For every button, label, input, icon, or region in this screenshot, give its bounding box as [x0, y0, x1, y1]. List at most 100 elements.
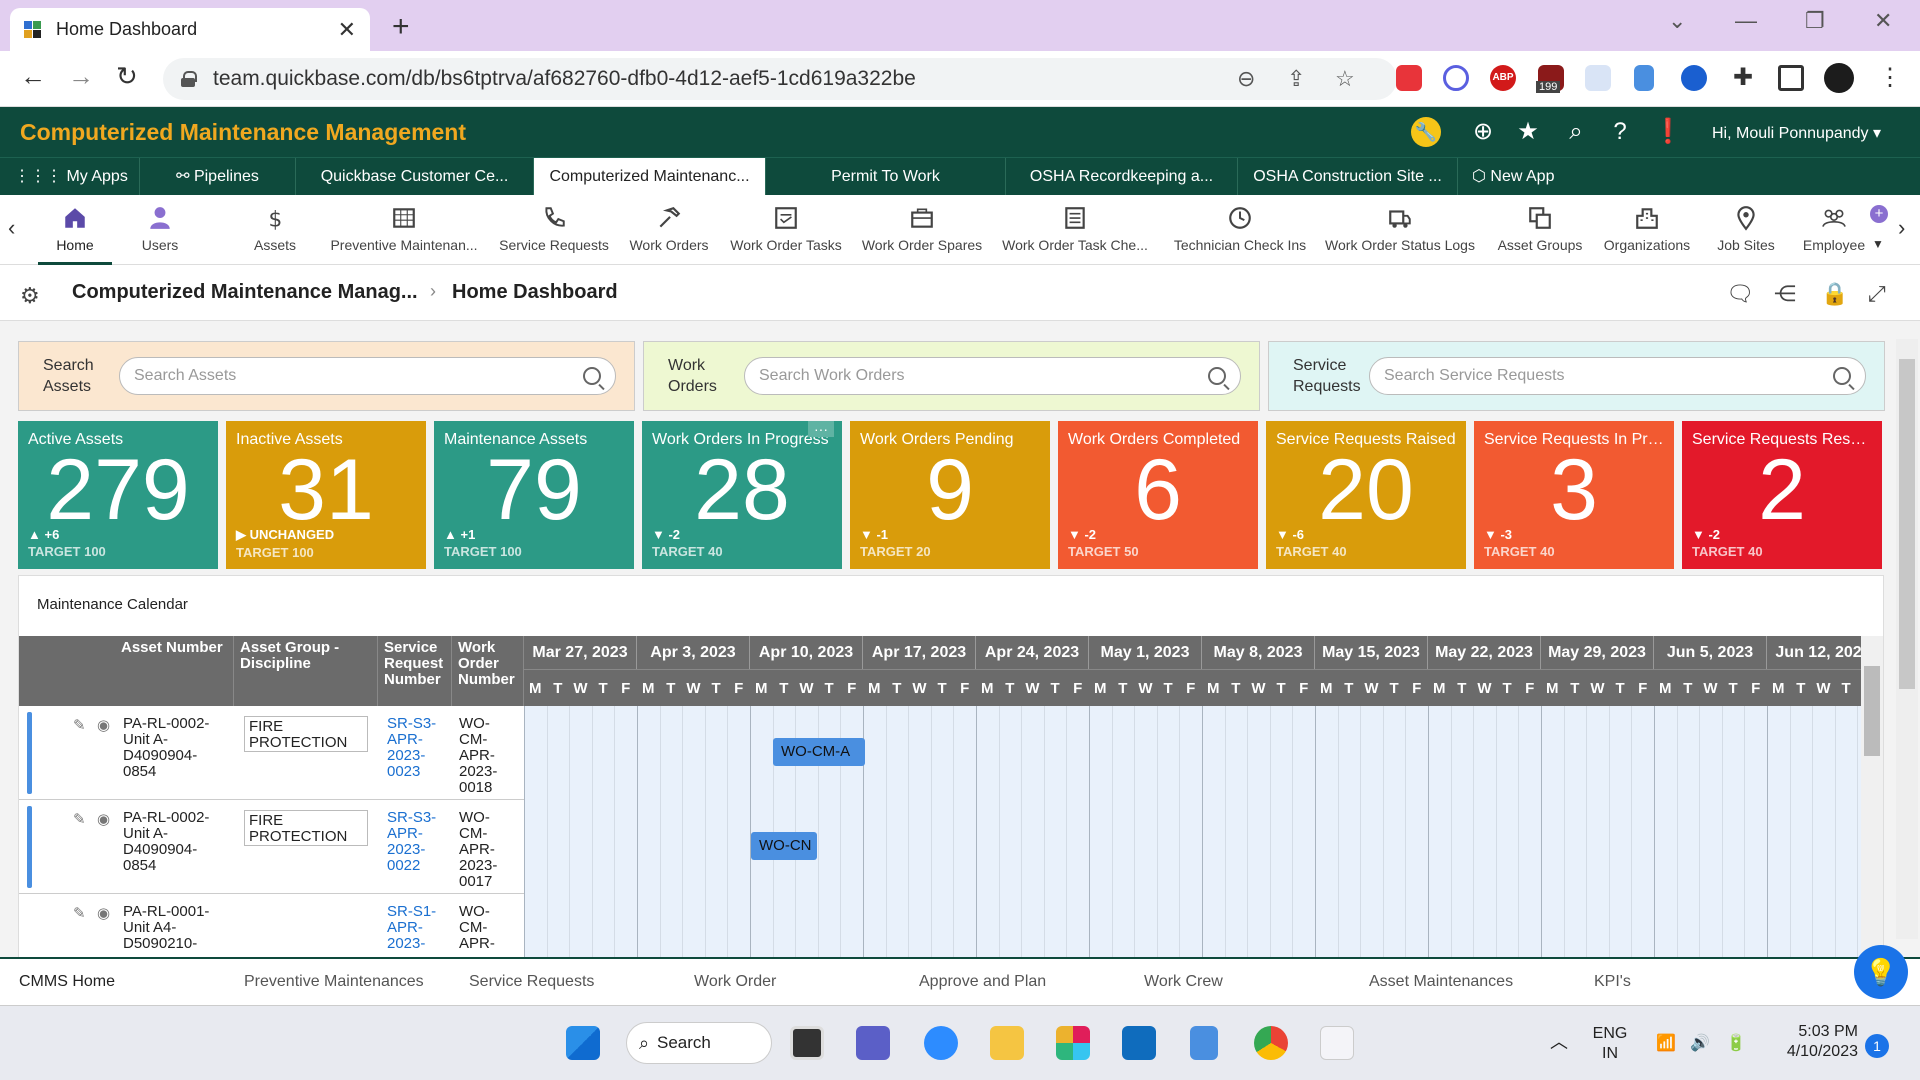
- search-icon[interactable]: [583, 367, 601, 385]
- help-icon[interactable]: ?: [1605, 117, 1635, 147]
- clock[interactable]: 5:03 PM 4/10/2023: [1766, 1022, 1858, 1062]
- file-explorer-icon[interactable]: [990, 1026, 1024, 1060]
- battery-icon[interactable]: 🔋: [1726, 1034, 1746, 1054]
- col-header-group[interactable]: Asset Group - Discipline: [234, 636, 378, 706]
- volume-icon[interactable]: 🔊: [1690, 1034, 1710, 1054]
- extension-counter-icon[interactable]: 199: [1536, 65, 1564, 93]
- nav-home[interactable]: Home: [38, 195, 112, 265]
- page-tab-preventive-maintenances[interactable]: Preventive Maintenances: [244, 973, 424, 991]
- search-service-requests-input[interactable]: Search Service Requests: [1369, 357, 1866, 395]
- extension-doc-icon[interactable]: [1634, 65, 1654, 91]
- forward-icon[interactable]: →: [68, 61, 94, 92]
- user-menu[interactable]: Hi, Mouli Ponnupandy ▾: [1712, 123, 1881, 143]
- nav-work-order-spares[interactable]: Work Order Spares: [860, 195, 984, 265]
- kpi-work-orders-in-progress[interactable]: Work Orders In Progress ··· 28 ▼ -2 TARG…: [642, 421, 842, 569]
- page-tab-work-order[interactable]: Work Order: [694, 973, 776, 991]
- search-icon[interactable]: [1833, 367, 1851, 385]
- extension-zoom-icon[interactable]: [1396, 65, 1422, 91]
- more-tables-icon[interactable]: ▼: [1872, 237, 1884, 251]
- page-tab-kpis[interactable]: KPI's: [1594, 973, 1631, 991]
- browser-tab[interactable]: Home Dashboard ✕: [10, 8, 370, 51]
- work-order-event[interactable]: WO-CN: [751, 832, 817, 860]
- nav-organizations[interactable]: Organizations: [1602, 195, 1692, 265]
- table-row[interactable]: ✎ ◉ PA-RL-0002- Unit A- D4090904- 0854 FIRE PRO…: [19, 800, 1861, 894]
- col-header-asset[interactable]: Asset Number: [19, 636, 234, 706]
- url-bar[interactable]: team.quickbase.com/db/bs6tptrva/af682760…: [163, 58, 1397, 100]
- nav-work-orders[interactable]: Work Orders: [626, 195, 712, 265]
- share-network-icon[interactable]: ⋲: [1774, 281, 1796, 307]
- kpi-inactive-assets[interactable]: Inactive Assets 31 ▶ UNCHANGED TARGET 10…: [226, 421, 426, 569]
- help-lightbulb-button[interactable]: 💡: [1854, 945, 1908, 999]
- teams-icon[interactable]: [856, 1026, 890, 1060]
- page-tab-cmms-home[interactable]: CMMS Home: [19, 973, 115, 991]
- chrome-icon[interactable]: [1254, 1026, 1288, 1060]
- restore-icon[interactable]: ❐: [1805, 8, 1825, 34]
- app-tab-customer-center[interactable]: Quickbase Customer Ce...: [296, 158, 534, 196]
- task-view-icon[interactable]: [790, 1026, 824, 1060]
- side-panel-icon[interactable]: [1778, 65, 1804, 91]
- notepad-icon[interactable]: [1190, 1026, 1218, 1060]
- show-hidden-icons-icon[interactable]: ︿: [1550, 1032, 1568, 1052]
- app-tab-osha-construction[interactable]: OSHA Construction Site ...: [1238, 158, 1458, 196]
- kpi-active-assets[interactable]: Active Assets 279 ▲ +6 TARGET 100: [18, 421, 218, 569]
- calendar-scroll-thumb[interactable]: [1864, 666, 1880, 756]
- extension-rocket-icon[interactable]: [1681, 65, 1707, 91]
- app-tab-my-apps[interactable]: ⋮⋮⋮ My Apps: [0, 158, 140, 196]
- nav-work-order-tasks[interactable]: Work Order Tasks: [726, 195, 846, 265]
- wifi-icon[interactable]: 📶: [1656, 1034, 1676, 1054]
- settings-gear-icon[interactable]: ⚙: [20, 283, 40, 309]
- col-header-service-request[interactable]: Service Request Number: [378, 636, 452, 706]
- language-indicator[interactable]: ENG IN: [1590, 1024, 1630, 1064]
- kpi-work-orders-completed[interactable]: Work Orders Completed 6 ▼ -2 TARGET 50: [1058, 421, 1258, 569]
- page-scroll-thumb[interactable]: [1899, 359, 1915, 689]
- edit-pencil-icon[interactable]: ✎: [73, 810, 86, 828]
- page-tab-approve-and-plan[interactable]: Approve and Plan: [919, 973, 1046, 991]
- snipping-tool-icon[interactable]: [1320, 1026, 1354, 1060]
- windows-start-icon[interactable]: [566, 1026, 600, 1060]
- service-request-link[interactable]: SR-S3- APR- 2023- 0023: [387, 716, 436, 780]
- table-row[interactable]: ✎ ◉ PA-RL-0002- Unit A- D4090904- 0854 FIRE PRO…: [19, 706, 1861, 800]
- app-tab-permit-to-work[interactable]: Permit To Work: [766, 158, 1006, 196]
- new-tab-icon[interactable]: +: [392, 10, 410, 44]
- window-close-icon[interactable]: ✕: [1874, 8, 1892, 34]
- nav-job-sites[interactable]: Job Sites: [1712, 195, 1780, 265]
- view-eye-icon[interactable]: ◉: [97, 810, 110, 828]
- back-icon[interactable]: ←: [20, 61, 46, 92]
- search-assets-input[interactable]: Search Assets: [119, 357, 616, 395]
- builder-wrench-icon[interactable]: 🔧: [1411, 117, 1441, 147]
- kpi-maintenance-assets[interactable]: Maintenance Assets 79 ▲ +1 TARGET 100: [434, 421, 634, 569]
- app-tab-cmms[interactable]: Computerized Maintenanc...: [534, 158, 766, 196]
- taskbar-search[interactable]: ⌕ Search: [626, 1022, 772, 1064]
- page-scrollbar[interactable]: [1896, 339, 1918, 939]
- share-icon[interactable]: ⇪: [1287, 66, 1305, 92]
- nav-work-order-status-logs[interactable]: Work Order Status Logs: [1324, 195, 1476, 265]
- nav-scroll-left-icon[interactable]: ‹: [8, 215, 15, 241]
- browser-menu-icon[interactable]: ⋮: [1878, 65, 1904, 91]
- breadcrumb-app[interactable]: Computerized Maintenance Manag...: [72, 281, 418, 304]
- app-tab-osha-recordkeeping[interactable]: OSHA Recordkeeping a...: [1006, 158, 1238, 196]
- table-row[interactable]: ✎ ◉ PA-RL-0001- Unit A4- D5090210- SR-S1- APR-…: [19, 894, 1861, 957]
- bookmark-star-icon[interactable]: ☆: [1335, 66, 1355, 92]
- close-tab-icon[interactable]: ✕: [338, 17, 356, 43]
- add-table-icon[interactable]: +: [1870, 205, 1888, 223]
- nav-preventive-maintenance[interactable]: Preventive Maintenan...: [326, 195, 482, 265]
- edit-pencil-icon[interactable]: ✎: [73, 904, 86, 922]
- notification-badge[interactable]: 1: [1865, 1034, 1889, 1058]
- view-eye-icon[interactable]: ◉: [97, 904, 110, 922]
- kpi-service-requests-raised[interactable]: Service Requests Raised 20 ▼ -6 TARGET 4…: [1266, 421, 1466, 569]
- zoom-icon[interactable]: ⊖: [1237, 66, 1255, 92]
- search-icon[interactable]: [1208, 367, 1226, 385]
- app-title[interactable]: Computerized Maintenance Management: [20, 119, 466, 146]
- comment-icon[interactable]: 🗨: [1726, 281, 1754, 307]
- nav-work-order-task-checklists[interactable]: Work Order Task Che...: [1000, 195, 1150, 265]
- reload-icon[interactable]: ↻: [116, 61, 138, 92]
- nav-service-requests[interactable]: Service Requests: [498, 195, 610, 265]
- kpi-service-requests-resolved[interactable]: Service Requests Resol... 2 ▼ -2 TARGET …: [1682, 421, 1882, 569]
- extensions-puzzle-icon[interactable]: ✚: [1730, 65, 1756, 91]
- profile-avatar[interactable]: [1824, 63, 1854, 93]
- nav-scroll-right-icon[interactable]: ›: [1898, 215, 1905, 241]
- service-request-link[interactable]: SR-S1- APR- 2023-: [387, 904, 436, 952]
- service-request-link[interactable]: SR-S3- APR- 2023- 0022: [387, 810, 436, 874]
- extension-cloud-icon[interactable]: [1585, 65, 1611, 91]
- nav-technician-check-ins[interactable]: Technician Check Ins: [1172, 195, 1308, 265]
